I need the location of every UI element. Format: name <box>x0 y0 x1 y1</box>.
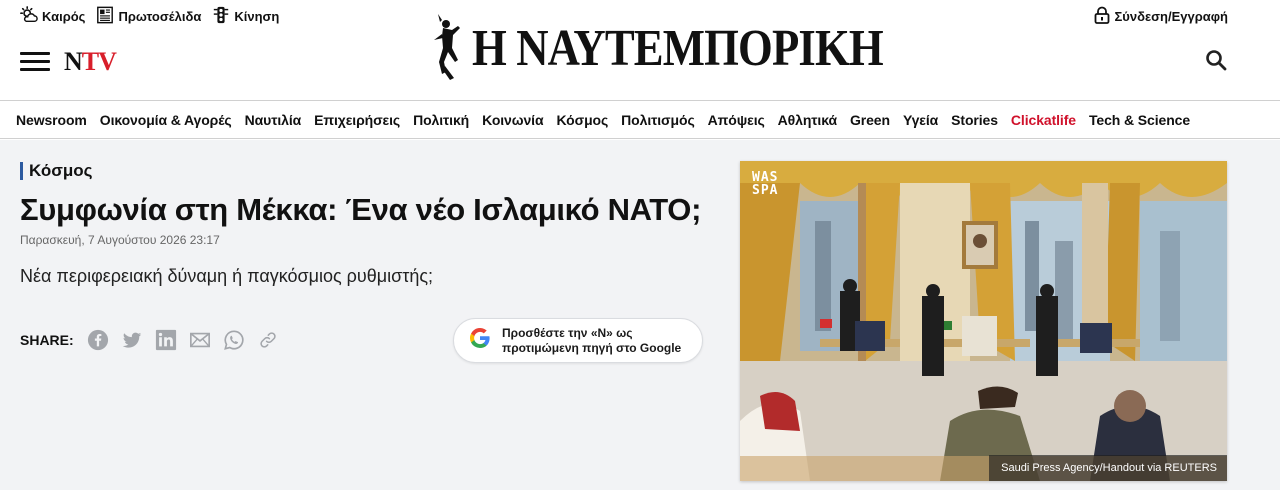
nav-item-newsroom[interactable]: Newsroom <box>16 112 87 128</box>
traffic-light-icon <box>212 6 230 27</box>
ntv-logo-n: N <box>64 47 83 76</box>
nav-item-αθλητικά[interactable]: Αθλητικά <box>778 112 837 128</box>
share-whatsapp-button[interactable] <box>222 328 246 352</box>
share-twitter-button[interactable] <box>120 328 144 352</box>
traffic-link[interactable]: Κίνηση <box>212 6 279 27</box>
share-link-button[interactable] <box>256 328 280 352</box>
link-icon <box>260 332 276 348</box>
google-cta-line2: προτιμώμενη πηγή στο Google <box>502 340 682 355</box>
login-link[interactable]: Σύνδεση/Εγγραφή <box>1094 6 1228 27</box>
nav-item-πολιτική[interactable]: Πολιτική <box>413 112 469 128</box>
nav-item-οικονομία-αγορές[interactable]: Οικονομία & Αγορές <box>100 112 232 128</box>
nav-item-επιχειρήσεις[interactable]: Επιχειρήσεις <box>314 112 400 128</box>
nav-item-κόσμος[interactable]: Κόσμος <box>556 112 608 128</box>
badge-line2: SPA <box>752 183 779 198</box>
nav-item-stories[interactable]: Stories <box>951 112 998 128</box>
nav-item-tech-science[interactable]: Tech & Science <box>1089 112 1190 128</box>
weather-link[interactable]: Καιρός <box>20 6 85 27</box>
share-linkedin-button[interactable] <box>154 328 178 352</box>
nav-item-υγεία[interactable]: Υγεία <box>903 112 938 128</box>
traffic-label: Κίνηση <box>234 9 280 24</box>
newspaper-icon <box>96 6 114 27</box>
ntv-logo[interactable]: NTV <box>64 47 117 77</box>
site-header: Καιρός Πρωτοσέλιδα Κίνηση Σύνδεση/Εγγραφ… <box>0 0 1280 100</box>
google-cta-line1: Προσθέστε την «Ν» ως <box>502 325 633 340</box>
google-cta-text: Προσθέστε την «Ν» ως προτιμώμενη πηγή στ… <box>502 326 702 356</box>
email-icon <box>189 332 210 348</box>
nav-item-green[interactable]: Green <box>850 112 890 128</box>
weather-label: Καιρός <box>42 9 86 24</box>
frontpages-link[interactable]: Πρωτοσέλιδα <box>96 6 201 27</box>
signing-ceremony-image <box>740 161 1227 481</box>
frontpages-label: Πρωτοσέλιδα <box>118 9 202 24</box>
photo-caption: Saudi Press Agency/Handout via REUTERS <box>989 455 1227 481</box>
search-button[interactable] <box>1204 48 1228 72</box>
ntv-logo-tv: TV <box>81 47 117 76</box>
share-bar: SHARE: <box>20 328 280 352</box>
article-title: Συμφωνία στη Μέκκα: Ένα νέο Ισλαμικό ΝΑΤ… <box>20 192 702 227</box>
nav-item-απόψεις[interactable]: Απόψεις <box>708 112 765 128</box>
google-icon <box>468 326 492 355</box>
nav-item-ναυτιλία[interactable]: Ναυτιλία <box>245 112 302 128</box>
facebook-icon <box>87 329 108 351</box>
share-email-button[interactable] <box>188 328 212 352</box>
google-preferred-source-button[interactable]: Προσθέστε την «Ν» ως προτιμώμενη πηγή στ… <box>453 318 703 363</box>
whatsapp-icon <box>223 330 244 350</box>
nav-item-πολιτισμός[interactable]: Πολιτισμός <box>621 112 695 128</box>
article-category[interactable]: Κόσμος <box>20 162 93 180</box>
share-facebook-button[interactable] <box>86 328 110 352</box>
search-icon <box>1204 50 1228 76</box>
nav-item-clickatlife[interactable]: Clickatlife <box>1011 112 1076 128</box>
article-photo[interactable]: WAS SPA Saudi Press Agency/Handout via R… <box>740 161 1227 481</box>
lock-icon <box>1094 6 1110 27</box>
login-label: Σύνδεση/Εγγραφή <box>1114 9 1228 24</box>
twitter-icon <box>122 332 141 348</box>
linkedin-icon <box>155 329 176 351</box>
share-label: SHARE: <box>20 332 74 348</box>
main-nav: Newsroom Οικονομία & Αγορές Ναυτιλία Επιχει… <box>0 100 1280 139</box>
site-logo-text: Η ΝΑΥΤΕΜΠΟΡΙΚΗ <box>472 19 884 77</box>
article-subtitle: Νέα περιφερειακή δύναμη ή παγκόσμιος ρυθ… <box>20 266 434 286</box>
article-header: Κόσμος Συμφωνία στη Μέκκα: Ένα νέο Ισλαμ… <box>0 140 1280 490</box>
menu-button[interactable] <box>20 52 50 72</box>
utility-links: Καιρός Πρωτοσέλιδα Κίνηση <box>20 6 279 27</box>
article-date: Παρασκευή, 7 Αυγούστου 2026 23:17 <box>20 233 220 247</box>
hermes-icon <box>428 10 466 87</box>
site-logo[interactable]: Η ΝΑΥΤΕΜΠΟΡΙΚΗ <box>428 10 884 87</box>
nav-item-κοινωνία[interactable]: Κοινωνία <box>482 112 543 128</box>
weather-icon <box>20 6 38 27</box>
was-spa-badge: WAS SPA <box>752 171 778 197</box>
